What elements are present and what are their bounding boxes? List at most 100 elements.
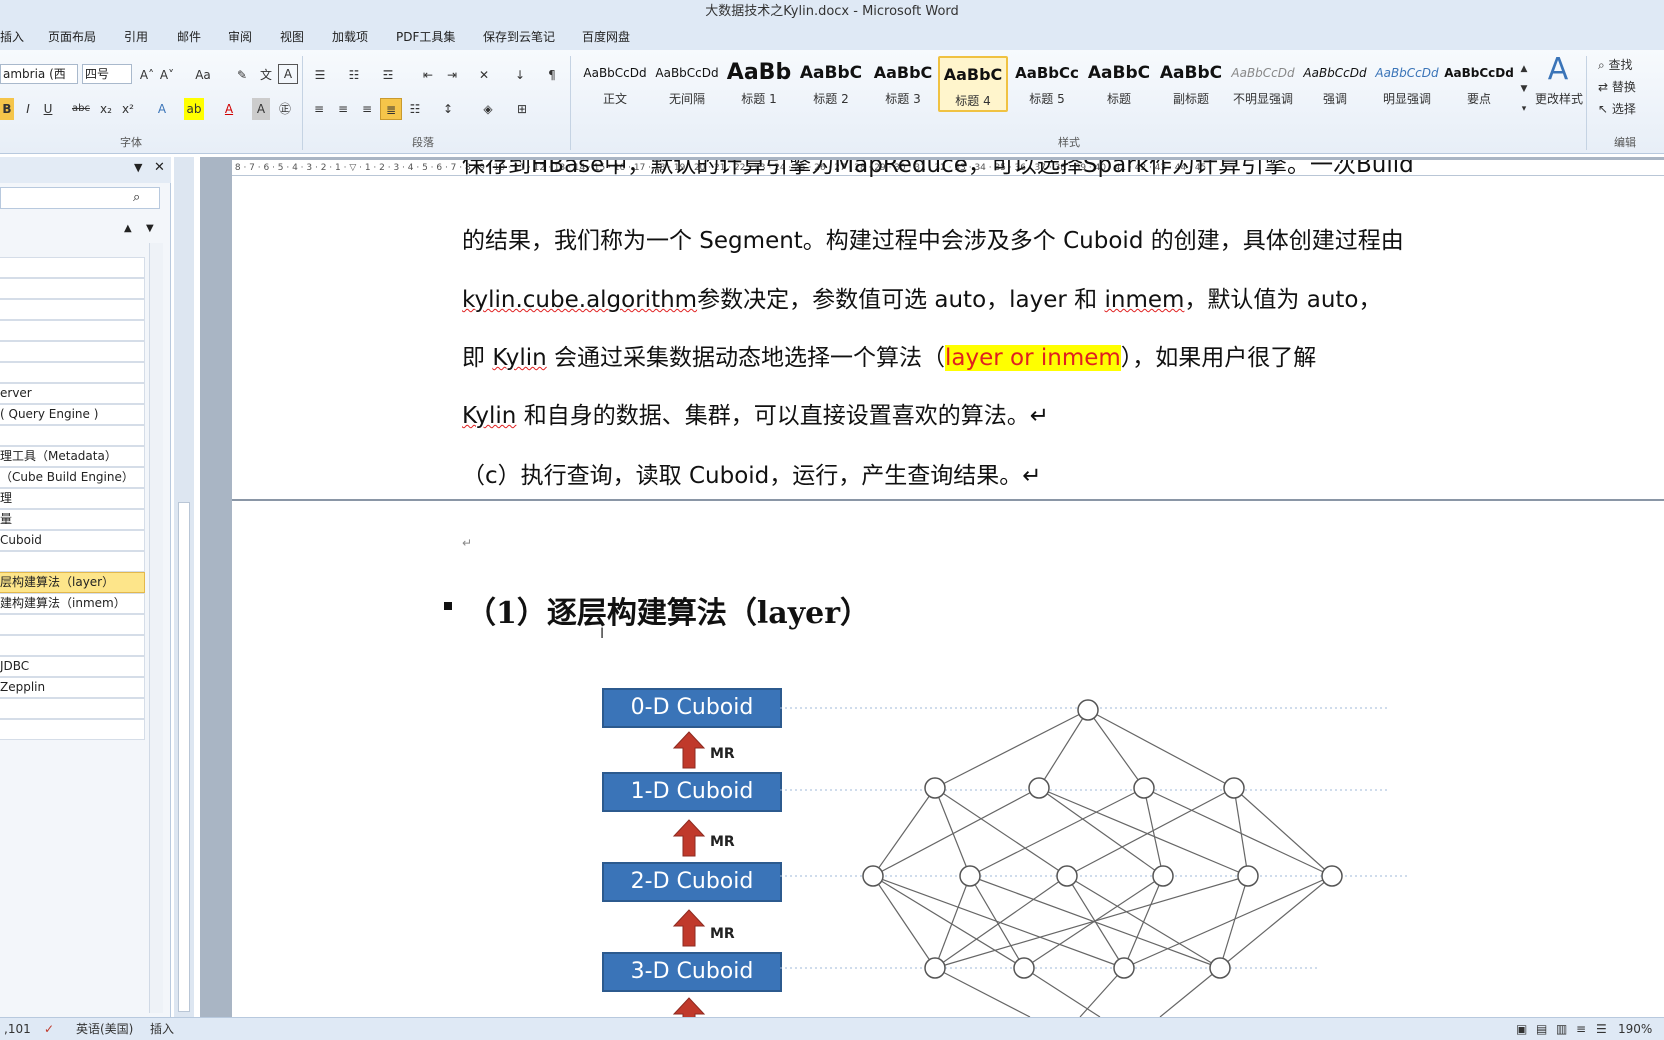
nav-heading-item[interactable]: 理工具（Metadata） xyxy=(0,446,145,467)
draft-view-icon[interactable]: ☰ xyxy=(1596,1018,1607,1040)
nav-heading-item[interactable] xyxy=(0,698,145,719)
subscript-button[interactable]: x₂ xyxy=(98,98,114,120)
underline-button[interactable]: U xyxy=(40,98,56,120)
multilevel-list-icon[interactable]: ☲ xyxy=(378,64,398,86)
char-shading-icon[interactable]: A xyxy=(252,98,270,120)
borders-icon[interactable]: ⊞ xyxy=(512,98,532,120)
increase-indent-icon[interactable]: ⇥ xyxy=(442,64,462,86)
align-left-icon[interactable]: ≡ xyxy=(310,98,328,120)
chinese-layout-icon[interactable]: ✕ xyxy=(474,64,494,86)
distributed-icon[interactable]: ☷ xyxy=(406,98,424,120)
decrease-indent-icon[interactable]: ⇤ xyxy=(418,64,438,86)
page-count[interactable]: ,101 xyxy=(4,1018,31,1040)
nav-heading-item[interactable] xyxy=(0,299,145,320)
style-heading-1[interactable]: AaBb 标题 1 xyxy=(724,56,794,112)
select-button[interactable]: ↖ 选择 xyxy=(1598,98,1662,120)
line-spacing-icon[interactable]: ↕ xyxy=(438,98,458,120)
zoom-level[interactable]: 190% xyxy=(1618,1018,1652,1040)
insert-mode-indicator[interactable]: 插入 xyxy=(150,1018,174,1040)
replace-button[interactable]: ⇄ 替换 xyxy=(1598,76,1662,98)
shrink-font-icon[interactable]: A˅ xyxy=(158,64,176,86)
tab-mailings[interactable]: 邮件 xyxy=(177,28,201,45)
nav-heading-item[interactable] xyxy=(0,278,145,299)
find-button[interactable]: ⌕ 查找 xyxy=(1598,54,1662,76)
style-subtitle[interactable]: AaBbC 副标题 xyxy=(1156,56,1226,112)
gallery-more-icon[interactable]: ▾ xyxy=(1518,98,1530,120)
sort-icon[interactable]: ↓ xyxy=(510,64,530,86)
justify-icon[interactable]: ≣ xyxy=(380,98,402,120)
nav-heading-item[interactable]: JDBC xyxy=(0,656,145,677)
proofing-icon[interactable]: ✓ xyxy=(44,1018,54,1040)
phonetic-guide-icon[interactable]: 文 xyxy=(256,64,276,86)
shading-icon[interactable]: ◈ xyxy=(478,98,498,120)
style-strong[interactable]: AaBbCcDd 要点 xyxy=(1444,56,1514,112)
search-icon[interactable]: ⌕ xyxy=(133,190,140,205)
style-subtle-emphasis[interactable]: AaBbCcDd 不明显强调 xyxy=(1228,56,1298,112)
nav-heading-item[interactable] xyxy=(0,719,145,740)
tab-page-layout[interactable]: 页面布局 xyxy=(48,28,96,45)
tab-references[interactable]: 引用 xyxy=(124,28,148,45)
style-intense-emphasis[interactable]: AaBbCcDd 明显强调 xyxy=(1372,56,1442,112)
style-heading-4[interactable]: AaBbC 标题 4 xyxy=(938,56,1008,112)
tab-save-cloud-notes[interactable]: 保存到云笔记 xyxy=(483,28,555,45)
style-title[interactable]: AaBbC 标题 xyxy=(1084,56,1154,112)
style-no-spacing[interactable]: AaBbCcDd 无间隔 xyxy=(652,56,722,112)
style-emphasis[interactable]: AaBbCcDd 强调 xyxy=(1300,56,1370,112)
change-styles-button[interactable]: 更改样式 xyxy=(1530,88,1588,110)
nav-heading-item[interactable]: erver xyxy=(0,383,145,404)
grow-font-icon[interactable]: A˄ xyxy=(138,64,156,86)
nav-heading-item[interactable] xyxy=(0,341,145,362)
nav-heading-item[interactable]: 理 xyxy=(0,488,145,509)
char-border-icon[interactable]: A xyxy=(278,64,298,84)
print-layout-view-icon[interactable]: ▣ xyxy=(1516,1018,1527,1040)
italic-button[interactable]: I xyxy=(20,98,36,120)
style-heading-2[interactable]: AaBbC 标题 2 xyxy=(796,56,866,112)
nav-heading-item[interactable]: 建构建算法（inmem） xyxy=(0,593,145,614)
outline-view-icon[interactable]: ≡ xyxy=(1576,1018,1586,1040)
nav-prev-icon[interactable]: ▲ xyxy=(124,223,132,234)
text-effects-icon[interactable]: A xyxy=(152,98,172,120)
show-marks-icon[interactable]: ¶ xyxy=(544,64,560,86)
gallery-scroll-up-icon[interactable]: ▲ xyxy=(1518,58,1530,80)
style-heading-5[interactable]: AaBbCc 标题 5 xyxy=(1012,56,1082,112)
close-icon[interactable]: ✕ xyxy=(154,160,165,175)
nav-heading-item[interactable]: Cuboid xyxy=(0,530,145,551)
tab-baidu-netdisk[interactable]: 百度网盘 xyxy=(582,28,630,45)
gallery-scroll-down-icon[interactable]: ▼ xyxy=(1518,78,1530,100)
nav-heading-item[interactable]: Zepplin xyxy=(0,677,145,698)
nav-search-input[interactable]: ⌕ xyxy=(0,187,160,209)
tab-addins[interactable]: 加载项 xyxy=(332,28,368,45)
bullets-icon[interactable]: ☰ xyxy=(310,64,330,86)
tab-view[interactable]: 视图 xyxy=(280,28,304,45)
tab-pdf-tools[interactable]: PDF工具集 xyxy=(396,28,455,45)
style-normal[interactable]: AaBbCcDd 正文 xyxy=(580,56,650,112)
align-center-icon[interactable]: ≡ xyxy=(334,98,352,120)
nav-heading-item[interactable]: ( Query Engine ) xyxy=(0,404,145,425)
nav-scrollbar[interactable] xyxy=(149,243,163,1013)
nav-heading-item[interactable] xyxy=(0,635,145,656)
highlight-color-icon[interactable]: ab xyxy=(184,98,204,120)
bold-button[interactable]: B xyxy=(0,98,14,120)
nav-heading-item[interactable] xyxy=(0,362,145,383)
style-heading-3[interactable]: AaBbC 标题 3 xyxy=(868,56,938,112)
web-layout-view-icon[interactable]: ▥ xyxy=(1556,1018,1567,1040)
font-name-combo[interactable]: ambria (西 xyxy=(0,64,78,84)
change-styles-icon[interactable]: A xyxy=(1536,52,1580,88)
tab-review[interactable]: 审阅 xyxy=(228,28,252,45)
nav-heading-item-active[interactable]: 层构建算法（layer） xyxy=(0,572,145,593)
nav-heading-item[interactable] xyxy=(0,320,145,341)
reading-view-icon[interactable]: ▤ xyxy=(1536,1018,1547,1040)
nav-menu-icon[interactable]: ▼ xyxy=(134,161,142,174)
nav-heading-item[interactable]: 量 xyxy=(0,509,145,530)
nav-heading-item[interactable] xyxy=(0,614,145,635)
superscript-button[interactable]: x² xyxy=(120,98,136,120)
tab-insert[interactable]: 插入 xyxy=(0,28,24,45)
font-color-icon[interactable]: A xyxy=(220,98,238,120)
enclose-char-icon[interactable]: ㊣ xyxy=(276,98,294,120)
clear-format-icon[interactable]: ✎ xyxy=(232,64,252,86)
nav-heading-item[interactable] xyxy=(0,425,145,446)
align-right-icon[interactable]: ≡ xyxy=(358,98,376,120)
nav-heading-item[interactable] xyxy=(0,257,145,278)
strikethrough-button[interactable]: abc xyxy=(70,98,92,120)
change-case-icon[interactable]: Aa xyxy=(190,64,216,86)
